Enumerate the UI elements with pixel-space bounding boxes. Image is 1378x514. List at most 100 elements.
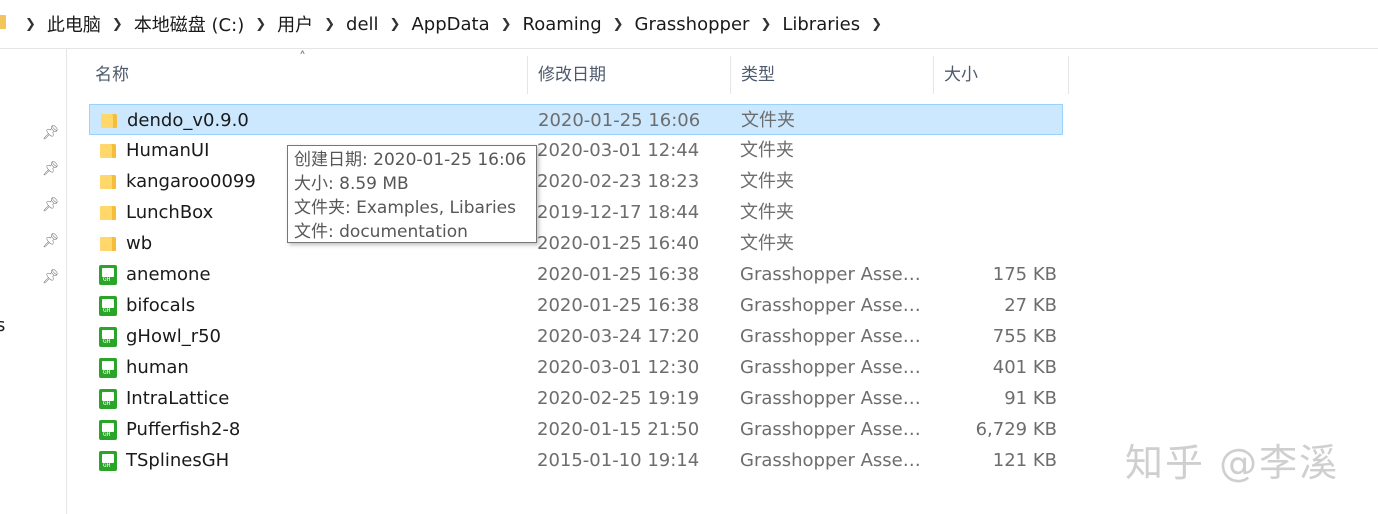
breadcrumb-item[interactable]: AppData (409, 14, 491, 35)
file-name: gHowl_r50 (126, 326, 222, 347)
file-size: 121 KB (992, 450, 1057, 471)
file-row[interactable]: GH IntraLattice 2020-02-25 19:19 Grasshoppe… (89, 383, 1063, 414)
file-size: 401 KB (992, 357, 1057, 378)
breadcrumb-item[interactable]: Grasshopper (633, 14, 752, 35)
folder-icon (0, 15, 6, 29)
folder-icon (99, 203, 117, 222)
chevron-right-icon[interactable]: ❯ (16, 17, 45, 32)
file-type: 文件夹 (740, 171, 794, 192)
file-row[interactable]: GH Pufferfish2-8 2020-01-15 21:50 Grasshopp… (89, 414, 1063, 445)
chevron-right-icon[interactable]: ❯ (492, 17, 521, 32)
file-name: Pufferfish2-8 (126, 419, 241, 440)
breadcrumb-item[interactable]: Libraries (780, 14, 862, 35)
breadcrumb-item[interactable]: dell (344, 14, 381, 35)
column-header-size[interactable]: 大小 (934, 56, 1069, 94)
chevron-right-icon[interactable]: ❯ (246, 17, 275, 32)
breadcrumb-item[interactable]: 本地磁盘 (C:) (132, 11, 246, 37)
breadcrumb-item[interactable]: Roaming (521, 14, 604, 35)
file-modified-date: 2020-02-23 18:23 (537, 171, 700, 192)
file-row[interactable]: GH bifocals 2020-01-25 16:38 Grasshopper As… (89, 290, 1063, 321)
file-name: human (126, 357, 189, 378)
file-type: Grasshopper Assem... (740, 450, 926, 471)
navigation-pane[interactable]: 📌︎ 📌︎ 📌︎ 📌︎ 📌︎ s (0, 49, 67, 514)
chevron-right-icon[interactable]: ❯ (103, 17, 132, 32)
file-size: 6,729 KB (975, 419, 1057, 440)
column-header-type[interactable]: 类型 (731, 56, 934, 94)
address-bar[interactable]: ❯ 此电脑 ❯ 本地磁盘 (C:) ❯ 用户 ❯ dell ❯ AppData … (0, 0, 1378, 49)
file-type: Grasshopper Assem... (740, 419, 926, 440)
gha-file-icon: GH (99, 296, 117, 316)
file-row[interactable]: kangaroo0099 2020-02-23 18:23 文件夹 (89, 166, 1063, 197)
file-modified-date: 2020-01-15 21:50 (537, 419, 700, 440)
chevron-right-icon[interactable]: ❯ (751, 17, 780, 32)
file-modified-date: 2020-03-01 12:30 (537, 357, 700, 378)
column-headers: ˄ 名称 修改日期 类型 大小 (67, 50, 1070, 94)
file-type: Grasshopper Assem... (740, 326, 926, 347)
folder-icon (99, 141, 117, 160)
gha-file-icon: GH (99, 327, 117, 347)
nav-item-label[interactable]: s (0, 315, 5, 336)
file-modified-date: 2020-01-25 16:06 (538, 110, 701, 131)
file-name: bifocals (126, 295, 196, 316)
watermark: 知乎 @李溪 (1125, 441, 1340, 485)
file-name: dendo_v0.9.0 (127, 110, 249, 131)
pin-icon[interactable]: 📌︎ (42, 125, 60, 141)
gha-file-icon: GH (99, 420, 117, 440)
file-row[interactable]: GH gHowl_r50 2020-03-24 17:20 Grasshopper A… (89, 321, 1063, 352)
file-modified-date: 2020-02-25 19:19 (537, 388, 700, 409)
chevron-right-icon[interactable]: ❯ (862, 17, 891, 32)
file-modified-date: 2019-12-17 18:44 (537, 202, 700, 223)
file-name: LunchBox (126, 202, 214, 223)
pin-icon[interactable]: 📌︎ (42, 233, 60, 249)
file-type: 文件夹 (740, 140, 794, 161)
breadcrumb: ❯ 此电脑 ❯ 本地磁盘 (C:) ❯ 用户 ❯ dell ❯ AppData … (16, 0, 891, 48)
gha-file-icon: GH (99, 389, 117, 409)
pin-icon[interactable]: 📌︎ (42, 161, 60, 177)
file-size: 175 KB (992, 264, 1057, 285)
column-header-date[interactable]: 修改日期 (528, 56, 731, 94)
file-type: 文件夹 (741, 110, 795, 131)
file-modified-date: 2020-01-25 16:38 (537, 264, 700, 285)
file-row[interactable]: HumanUI 2020-03-01 12:44 文件夹 (89, 135, 1063, 166)
file-row[interactable]: GH anemone 2020-01-25 16:38 Grasshopper Ass… (89, 259, 1063, 290)
pin-icon[interactable]: 📌︎ (42, 197, 60, 213)
pin-icon[interactable]: 📌︎ (42, 269, 60, 285)
file-size: 91 KB (1004, 388, 1057, 409)
file-size: 27 KB (1004, 295, 1057, 316)
file-modified-date: 2015-01-10 19:14 (537, 450, 700, 471)
gha-file-icon: GH (99, 451, 117, 471)
folder-icon (99, 234, 117, 253)
breadcrumb-item[interactable]: 用户 (275, 11, 315, 37)
chevron-right-icon[interactable]: ❯ (604, 17, 633, 32)
file-name: IntraLattice (126, 388, 230, 409)
file-size (934, 135, 1057, 166)
gha-file-icon: GH (99, 265, 117, 285)
folder-icon (100, 111, 118, 130)
file-size (934, 197, 1057, 228)
file-name: TSplinesGH (126, 450, 230, 471)
chevron-right-icon[interactable]: ❯ (381, 17, 410, 32)
file-row[interactable]: wb 2020-01-25 16:40 文件夹 (89, 228, 1063, 259)
file-name: wb (126, 233, 153, 254)
file-row[interactable]: LunchBox 2019-12-17 18:44 文件夹 (89, 197, 1063, 228)
file-row[interactable]: GH human 2020-03-01 12:30 Grasshopper Assem… (89, 352, 1063, 383)
file-name: anemone (126, 264, 211, 285)
tooltip-created-date: 创建日期: 2020-01-25 16:06 (294, 150, 527, 170)
folder-icon (99, 172, 117, 191)
chevron-right-icon[interactable]: ❯ (315, 17, 344, 32)
breadcrumb-item[interactable]: 此电脑 (45, 11, 103, 37)
file-row[interactable]: GH TSplinesGH 2015-01-10 19:14 Grasshopper … (89, 445, 1063, 476)
tooltip-folders: 文件夹: Examples, Libaries (294, 198, 516, 218)
file-name: HumanUI (126, 140, 210, 161)
column-header-name[interactable]: 名称 (85, 56, 528, 94)
folder-info-tooltip: 创建日期: 2020-01-25 16:06 大小: 8.59 MB 文件夹: … (287, 145, 537, 243)
file-size (934, 228, 1057, 259)
file-modified-date: 2020-01-25 16:40 (537, 233, 700, 254)
file-type: Grasshopper Assem... (740, 295, 926, 316)
file-row[interactable]: dendo_v0.9.0 2020-01-25 16:06 文件夹 (89, 104, 1063, 135)
file-modified-date: 2020-03-24 17:20 (537, 326, 700, 347)
file-type: 文件夹 (740, 202, 794, 223)
file-size (934, 166, 1057, 197)
file-type: Grasshopper Assem... (740, 264, 926, 285)
file-modified-date: 2020-03-01 12:44 (537, 140, 700, 161)
